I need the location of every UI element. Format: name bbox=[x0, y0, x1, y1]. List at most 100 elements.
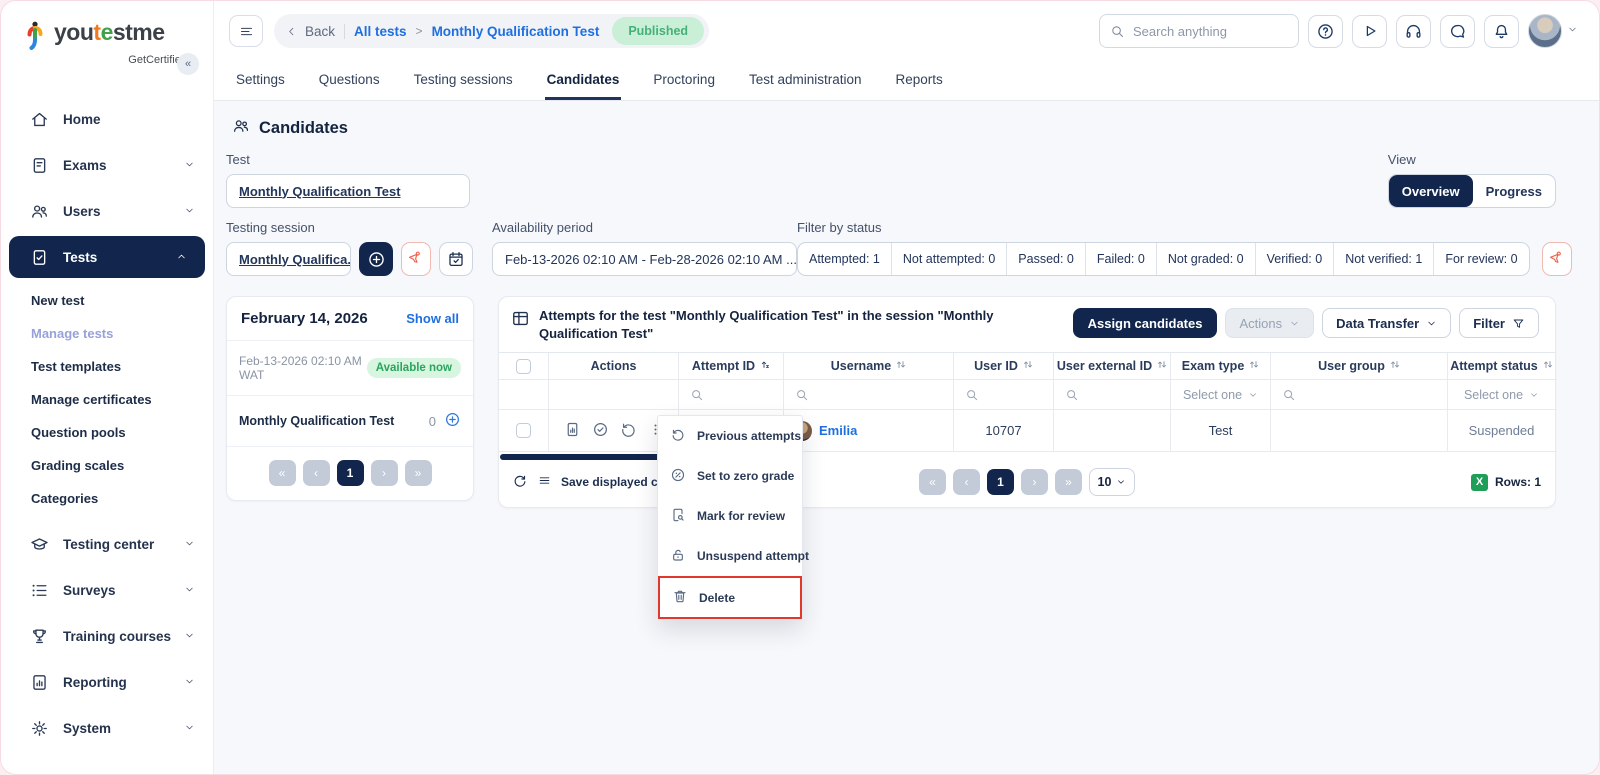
prev-page-button[interactable]: ‹ bbox=[953, 469, 980, 495]
chip-failed[interactable]: Failed: 0 bbox=[1086, 243, 1157, 275]
sidebar-item-users[interactable]: Users bbox=[1, 188, 213, 234]
first-page-button[interactable]: « bbox=[269, 460, 296, 486]
verify-attempt-icon[interactable] bbox=[592, 421, 609, 441]
filter-button[interactable]: Filter bbox=[1459, 308, 1539, 338]
tab-questions[interactable]: Questions bbox=[317, 61, 382, 100]
page-number-button[interactable]: 1 bbox=[987, 469, 1014, 495]
show-all-link[interactable]: Show all bbox=[406, 311, 459, 326]
sort-icon[interactable] bbox=[1249, 359, 1259, 373]
sidebar-item-grading-scales[interactable]: Grading scales bbox=[1, 449, 213, 482]
first-page-button[interactable]: « bbox=[919, 469, 946, 495]
sidebar-item-categories[interactable]: Categories bbox=[1, 482, 213, 515]
sidebar-item-surveys[interactable]: Surveys bbox=[1, 567, 213, 613]
user-avatar[interactable] bbox=[1528, 14, 1562, 48]
menu-item-unsuspend-attempt[interactable]: Unsuspend attempt bbox=[658, 536, 802, 576]
filter-attempt-status-select[interactable]: Select one bbox=[1448, 380, 1555, 410]
view-toggle-overview[interactable]: Overview bbox=[1389, 175, 1473, 207]
sidebar-item-manage-tests[interactable]: Manage tests bbox=[1, 317, 213, 350]
chip-passed[interactable]: Passed: 0 bbox=[1007, 243, 1086, 275]
help-button[interactable] bbox=[1308, 15, 1343, 48]
chip-not-graded[interactable]: Not graded: 0 bbox=[1157, 243, 1256, 275]
tab-candidates[interactable]: Candidates bbox=[545, 61, 622, 100]
tab-testing-sessions[interactable]: Testing sessions bbox=[412, 61, 515, 100]
clear-session-filter-button[interactable] bbox=[401, 242, 431, 276]
select-all-checkbox[interactable] bbox=[516, 359, 531, 374]
sort-icon[interactable] bbox=[1023, 359, 1033, 373]
sidebar-item-new-test[interactable]: New test bbox=[1, 284, 213, 317]
support-button[interactable] bbox=[1396, 15, 1431, 48]
col-user-id[interactable]: User ID bbox=[954, 353, 1054, 380]
last-page-button[interactable]: » bbox=[1055, 469, 1082, 495]
search-input[interactable] bbox=[1133, 24, 1288, 39]
chevron-down-icon[interactable] bbox=[1567, 22, 1578, 40]
last-page-button[interactable]: » bbox=[405, 460, 432, 486]
availability-period-input[interactable]: Feb-13-2026 02:10 AM - Feb-28-2026 02:10… bbox=[492, 242, 797, 276]
menu-item-delete[interactable]: Delete bbox=[660, 578, 800, 617]
personal-report-icon[interactable] bbox=[564, 421, 581, 441]
assign-candidates-button[interactable]: Assign candidates bbox=[1073, 308, 1218, 338]
chip-not-verified[interactable]: Not verified: 1 bbox=[1334, 243, 1434, 275]
sidebar-item-tests[interactable]: Tests bbox=[9, 236, 205, 278]
menu-item-set-zero-grade[interactable]: Set to zero grade bbox=[658, 456, 802, 496]
col-attempt-id[interactable]: Attempt ID bbox=[679, 353, 784, 380]
sidebar-item-home[interactable]: Home bbox=[1, 96, 213, 142]
menu-item-previous-attempts[interactable]: Previous attempts bbox=[658, 416, 802, 456]
page-number-button[interactable]: 1 bbox=[337, 460, 364, 486]
sort-icon[interactable] bbox=[896, 359, 906, 373]
filter-user-group[interactable] bbox=[1271, 380, 1448, 410]
menu-item-mark-for-review[interactable]: Mark for review bbox=[658, 496, 802, 536]
actions-dropdown[interactable]: Actions bbox=[1225, 308, 1314, 338]
sidebar-item-exams[interactable]: Exams bbox=[1, 142, 213, 188]
sidebar-item-reporting[interactable]: Reporting bbox=[1, 659, 213, 705]
data-transfer-dropdown[interactable]: Data Transfer bbox=[1322, 308, 1451, 338]
sort-icon[interactable] bbox=[1543, 359, 1553, 373]
sort-icon[interactable] bbox=[1390, 359, 1400, 373]
chat-button[interactable] bbox=[1440, 15, 1475, 48]
sidebar-item-test-templates[interactable]: Test templates bbox=[1, 350, 213, 383]
col-username[interactable]: Username bbox=[784, 353, 954, 380]
sort-icon[interactable] bbox=[1157, 359, 1167, 373]
refresh-table-icon[interactable] bbox=[512, 473, 528, 492]
add-candidate-icon[interactable] bbox=[444, 411, 461, 431]
filter-user-external-id[interactable] bbox=[1054, 380, 1171, 410]
tab-reports[interactable]: Reports bbox=[894, 61, 945, 100]
columns-menu-icon[interactable] bbox=[537, 474, 552, 490]
col-attempt-status[interactable]: Attempt status bbox=[1448, 353, 1555, 380]
sort-asc-icon[interactable] bbox=[760, 359, 770, 373]
tab-test-administration[interactable]: Test administration bbox=[747, 61, 864, 100]
tab-proctoring[interactable]: Proctoring bbox=[651, 61, 717, 100]
sidebar-item-testing-center[interactable]: Testing center bbox=[1, 521, 213, 567]
filter-exam-type-select[interactable]: Select one bbox=[1171, 380, 1271, 410]
tour-button[interactable] bbox=[1352, 15, 1387, 48]
clear-status-filter-button[interactable] bbox=[1542, 242, 1572, 276]
filter-attempt-id[interactable] bbox=[679, 380, 784, 410]
chip-for-review[interactable]: For review: 0 bbox=[1434, 243, 1528, 275]
next-page-button[interactable]: › bbox=[1021, 469, 1048, 495]
sidebar-item-training-courses[interactable]: Training courses bbox=[1, 613, 213, 659]
candidate-link[interactable]: Emilia bbox=[819, 423, 857, 438]
sidebar-item-manage-certificates[interactable]: Manage certificates bbox=[1, 383, 213, 416]
sidebar-item-system[interactable]: System bbox=[1, 705, 213, 751]
retake-attempt-icon[interactable] bbox=[620, 421, 637, 441]
notifications-button[interactable] bbox=[1484, 15, 1519, 48]
export-excel-icon[interactable]: X bbox=[1471, 474, 1488, 491]
col-user-group[interactable]: User group bbox=[1271, 353, 1448, 380]
hamburger-menu-icon[interactable] bbox=[229, 15, 263, 47]
col-user-external-id[interactable]: User external ID bbox=[1054, 353, 1171, 380]
filter-user-id[interactable] bbox=[954, 380, 1054, 410]
breadcrumb-all-tests[interactable]: All tests bbox=[354, 24, 407, 39]
back-button[interactable]: Back bbox=[286, 24, 335, 39]
test-select[interactable]: Monthly Qualification Test bbox=[226, 174, 470, 208]
session-calendar-button[interactable] bbox=[439, 242, 473, 276]
chip-attempted[interactable]: Attempted: 1 bbox=[798, 243, 892, 275]
add-session-button[interactable] bbox=[359, 242, 393, 276]
breadcrumb-current[interactable]: Monthly Qualification Test bbox=[432, 24, 600, 39]
rows-per-page-select[interactable]: 10 bbox=[1089, 468, 1135, 496]
prev-page-button[interactable]: ‹ bbox=[303, 460, 330, 486]
col-exam-type[interactable]: Exam type bbox=[1171, 353, 1271, 380]
view-toggle-progress[interactable]: Progress bbox=[1473, 175, 1555, 207]
row-checkbox[interactable] bbox=[516, 423, 531, 438]
sidebar-item-question-pools[interactable]: Question pools bbox=[1, 416, 213, 449]
chip-not-attempted[interactable]: Not attempted: 0 bbox=[892, 243, 1007, 275]
testing-session-select[interactable]: Monthly Qualifica... bbox=[226, 242, 351, 276]
